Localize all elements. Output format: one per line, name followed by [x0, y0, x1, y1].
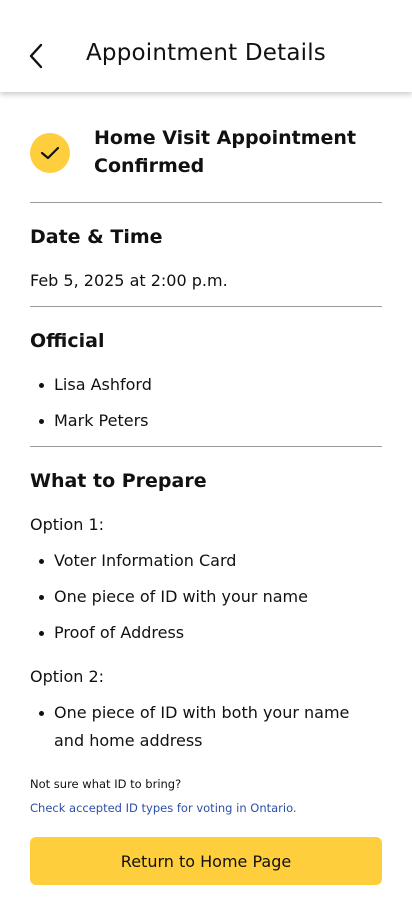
confirmation-badge [30, 133, 70, 173]
confirmation-text: Home Visit Appointment Confirmed [94, 127, 357, 177]
prepare-heading: What to Prepare [30, 470, 207, 492]
option-2-label: Option 2: [30, 667, 105, 686]
list-item: One piece of ID with your name [30, 583, 382, 611]
divider [30, 446, 382, 447]
official-name: Lisa Ashford [30, 371, 382, 399]
return-home-button[interactable]: Return to Home Page [30, 837, 382, 885]
divider [30, 202, 382, 203]
page-title: Appointment Details [86, 40, 326, 66]
list-item: Voter Information Card [30, 547, 382, 575]
official-name: Mark Peters [30, 407, 382, 435]
id-help-note: Not sure what ID to bring? [30, 777, 182, 791]
check-icon [40, 146, 60, 160]
option-1-label: Option 1: [30, 515, 105, 534]
accepted-id-link[interactable]: Check accepted ID types for voting in On… [30, 801, 297, 815]
divider [30, 306, 382, 307]
official-list: Lisa Ashford Mark Peters [30, 371, 382, 435]
appointment-datetime: Feb 5, 2025 at 2:00 p.m. [30, 271, 228, 290]
app-header: Appointment Details [0, 0, 412, 92]
date-time-heading: Date & Time [30, 226, 163, 248]
list-item: One piece of ID with both your name and … [30, 699, 382, 755]
option-2-list: One piece of ID with both your name and … [30, 699, 382, 755]
official-heading: Official [30, 330, 105, 352]
confirmation-banner: Home Visit Appointment Confirmed [30, 124, 382, 180]
list-item: Proof of Address [30, 619, 382, 647]
option-1-list: Voter Information Card One piece of ID w… [30, 547, 382, 647]
